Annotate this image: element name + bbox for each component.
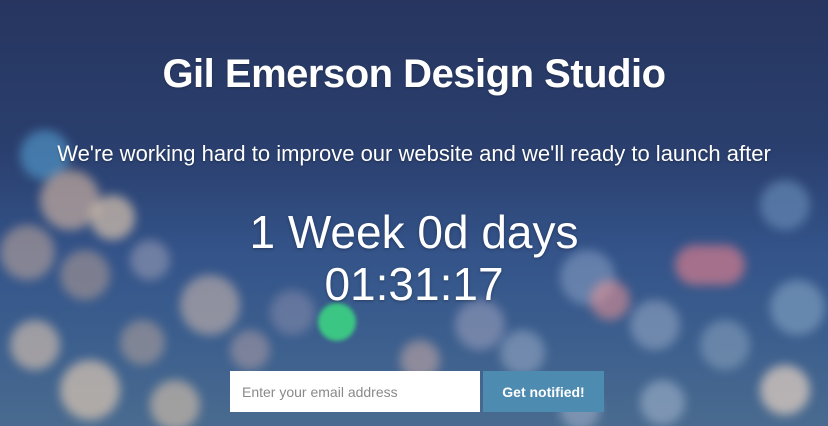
countdown-days: 1 Week 0d days	[249, 206, 579, 258]
launch-message: We're working hard to improve our websit…	[57, 141, 771, 166]
email-input[interactable]	[230, 371, 480, 412]
bokeh-light	[640, 380, 685, 425]
page-title: Gil Emerson Design Studio	[162, 52, 666, 96]
bokeh-light	[10, 320, 60, 370]
bokeh-light	[760, 365, 810, 415]
bokeh-light	[500, 330, 545, 375]
countdown-timer: 1 Week 0d days 01:31:17	[0, 206, 828, 310]
notify-form: Get notified!	[230, 371, 604, 412]
bokeh-light	[700, 320, 750, 370]
bokeh-light	[120, 320, 165, 365]
bokeh-light	[230, 330, 270, 370]
get-notified-button[interactable]: Get notified!	[483, 371, 604, 412]
bokeh-light	[60, 360, 120, 420]
bokeh-light	[150, 380, 200, 426]
countdown-time: 01:31:17	[324, 258, 504, 310]
